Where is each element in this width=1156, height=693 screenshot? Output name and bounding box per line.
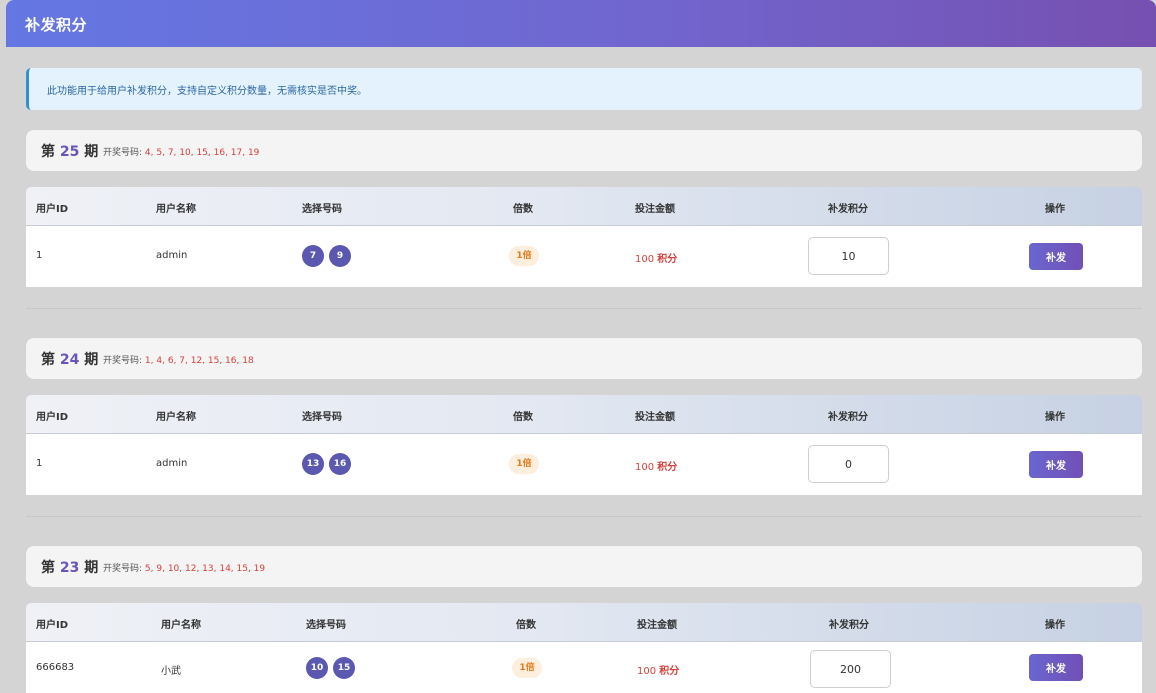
column-header-multiplier: 倍数 [516,620,536,631]
multiplier-badge: 1倍 [509,454,539,474]
column-header-user-id: 用户ID [36,620,69,631]
draw-numbers: 开奖号码: 5, 9, 10, 12, 13, 14, 15, 19 [103,561,265,574]
page-header: 补发积分 [6,0,1156,47]
reissue-points-input[interactable] [810,650,891,688]
period-suffix: 期 [84,144,99,160]
multiplier-badge: 1倍 [512,658,542,678]
bet-amount-cell: 100 积分 [635,250,677,265]
column-header-reissue-points: 补发积分 [828,412,868,423]
bet-amount-value: 100 [637,666,657,677]
period-suffix: 期 [84,560,99,576]
points-unit: 积分 [657,254,678,265]
draw-numbers-label: 开奖号码: [103,356,143,366]
column-header-numbers: 选择号码 [302,204,342,215]
points-unit: 积分 [659,666,680,677]
bet-amount-cell: 100 积分 [637,662,679,677]
table-header: 用户ID 用户名称 选择号码 倍数 投注金额 补发积分 操作 [26,187,1142,226]
number-ball: 9 [329,245,351,267]
reissue-button[interactable]: 补发 [1029,451,1083,478]
column-header-reissue-points: 补发积分 [829,620,869,631]
table-row: 666683 小武 10 15 1倍 100 积分 补发 [26,642,1142,693]
draw-numbers-value: 5, 9, 10, 12, 13, 14, 15, 19 [144,564,266,574]
column-header-amount: 投注金额 [637,620,677,631]
number-ball: 10 [306,657,328,679]
draw-numbers-label: 开奖号码: [103,564,143,574]
table-row: 1 admin 7 9 1倍 100 积分 补发 [26,226,1142,287]
reissue-button[interactable]: 补发 [1029,654,1083,681]
period-title: 第 25 期 [41,141,98,161]
column-header-reissue-points: 补发积分 [828,204,868,215]
column-header-user-id: 用户ID [36,412,69,423]
draw-numbers: 开奖号码: 1, 4, 6, 7, 12, 15, 16, 18 [103,353,254,366]
column-header-multiplier: 倍数 [513,204,533,215]
user-id-cell: 1 [36,250,43,261]
column-header-action: 操作 [1045,204,1065,215]
username-cell: 小武 [161,666,181,677]
table-header: 用户ID 用户名称 选择号码 倍数 投注金额 补发积分 操作 [26,603,1142,642]
multiplier-badge: 1倍 [509,246,539,266]
reissue-points-input[interactable] [808,445,889,483]
column-header-amount: 投注金额 [635,204,675,215]
reissue-points-input[interactable] [808,237,889,275]
user-id-cell: 1 [36,458,43,469]
draw-numbers: 开奖号码: 4, 5, 7, 10, 15, 16, 17, 19 [103,145,259,158]
period-number: 24 [59,352,80,368]
number-ball: 13 [302,453,324,475]
username-cell: admin [156,458,188,469]
section-divider [26,516,1142,517]
info-notice: 此功能用于给用户补发积分，支持自定义积分数量，无需核实是否中奖。 [26,68,1142,110]
page-title: 补发积分 [25,16,88,34]
draw-numbers-value: 4, 5, 7, 10, 15, 16, 17, 19 [144,148,260,158]
table-header: 用户ID 用户名称 选择号码 倍数 投注金额 补发积分 操作 [26,395,1142,434]
username-cell: admin [156,250,188,261]
bet-amount-value: 100 [635,254,655,265]
number-ball: 7 [302,245,324,267]
period-info-box: 第 24 期 开奖号码: 1, 4, 6, 7, 12, 15, 16, 18 [26,338,1142,379]
column-header-username: 用户名称 [156,204,196,215]
column-header-username: 用户名称 [161,620,201,631]
bet-amount-value: 100 [635,462,655,473]
column-header-multiplier: 倍数 [513,412,533,423]
points-unit: 积分 [657,462,678,473]
period-number: 25 [59,144,80,160]
column-header-amount: 投注金额 [635,412,675,423]
column-header-action: 操作 [1045,412,1065,423]
period-prefix: 第 [41,144,55,160]
period-suffix: 期 [84,352,99,368]
period-info-box: 第 25 期 开奖号码: 4, 5, 7, 10, 15, 16, 17, 19 [26,130,1142,171]
number-ball: 15 [333,657,355,679]
page: 补发积分 此功能用于给用户补发积分，支持自定义积分数量，无需核实是否中奖。 第 … [0,0,1156,693]
draw-numbers-value: 1, 4, 6, 7, 12, 15, 16, 18 [144,356,254,366]
column-header-user-id: 用户ID [36,204,69,215]
period-title: 第 23 期 [41,557,98,577]
column-header-action: 操作 [1045,620,1065,631]
column-header-numbers: 选择号码 [306,620,346,631]
column-header-username: 用户名称 [156,412,196,423]
table-row: 1 admin 13 16 1倍 100 积分 补发 [26,434,1142,495]
period-prefix: 第 [41,560,55,576]
column-header-numbers: 选择号码 [302,412,342,423]
section-divider [26,308,1142,309]
user-id-cell: 666683 [36,662,75,673]
period-prefix: 第 [41,352,55,368]
draw-numbers-label: 开奖号码: [103,148,143,158]
period-title: 第 24 期 [41,349,98,369]
number-ball: 16 [329,453,351,475]
reissue-button[interactable]: 补发 [1029,243,1083,270]
period-info-box: 第 23 期 开奖号码: 5, 9, 10, 12, 13, 14, 15, 1… [26,546,1142,587]
notice-text: 此功能用于给用户补发积分，支持自定义积分数量，无需核实是否中奖。 [47,86,367,97]
period-number: 23 [59,560,80,576]
bet-amount-cell: 100 积分 [635,458,677,473]
